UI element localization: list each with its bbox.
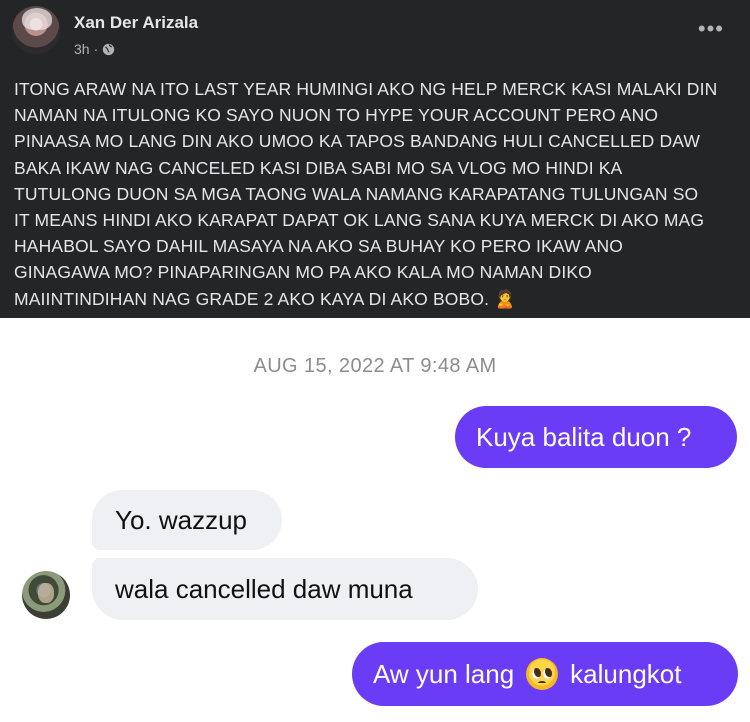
more-options-icon[interactable]: ••• [698,18,724,40]
message-text: wala cancelled daw muna [115,574,413,604]
meta-separator: · [93,41,99,57]
post-body-text: ITONG ARAW NA ITO LAST YEAR HUMINGI AKO … [14,79,718,309]
incoming-message[interactable]: Yo. wazzup [92,490,282,550]
chat-timestamp: AUG 15, 2022 AT 9:48 AM [253,355,497,377]
outgoing-message[interactable]: Aw yun lang kalungkot [352,642,738,706]
globe-icon [103,43,115,55]
incoming-message[interactable]: wala cancelled daw muna [92,558,478,620]
message-text: Kuya balita duon ? [476,422,692,452]
message-text: Yo. wazzup [115,505,248,535]
outgoing-message[interactable]: Kuya balita duon ? [455,406,737,468]
post-author-name[interactable]: Xan Der Arizala [74,13,198,33]
message-text-before-emoji: Aw yun lang [373,659,515,689]
message-text-after-emoji: kalungkot [570,659,682,689]
pleading-face-emoji-icon [526,658,559,690]
sender-avatar[interactable] [22,571,70,619]
post-time[interactable]: 3h [74,41,90,57]
facebook-post: Xan Der Arizala 3h · ••• ITONG ARAW NA I… [0,0,750,318]
author-avatar[interactable] [12,6,60,54]
post-meta: 3h · [74,41,115,57]
